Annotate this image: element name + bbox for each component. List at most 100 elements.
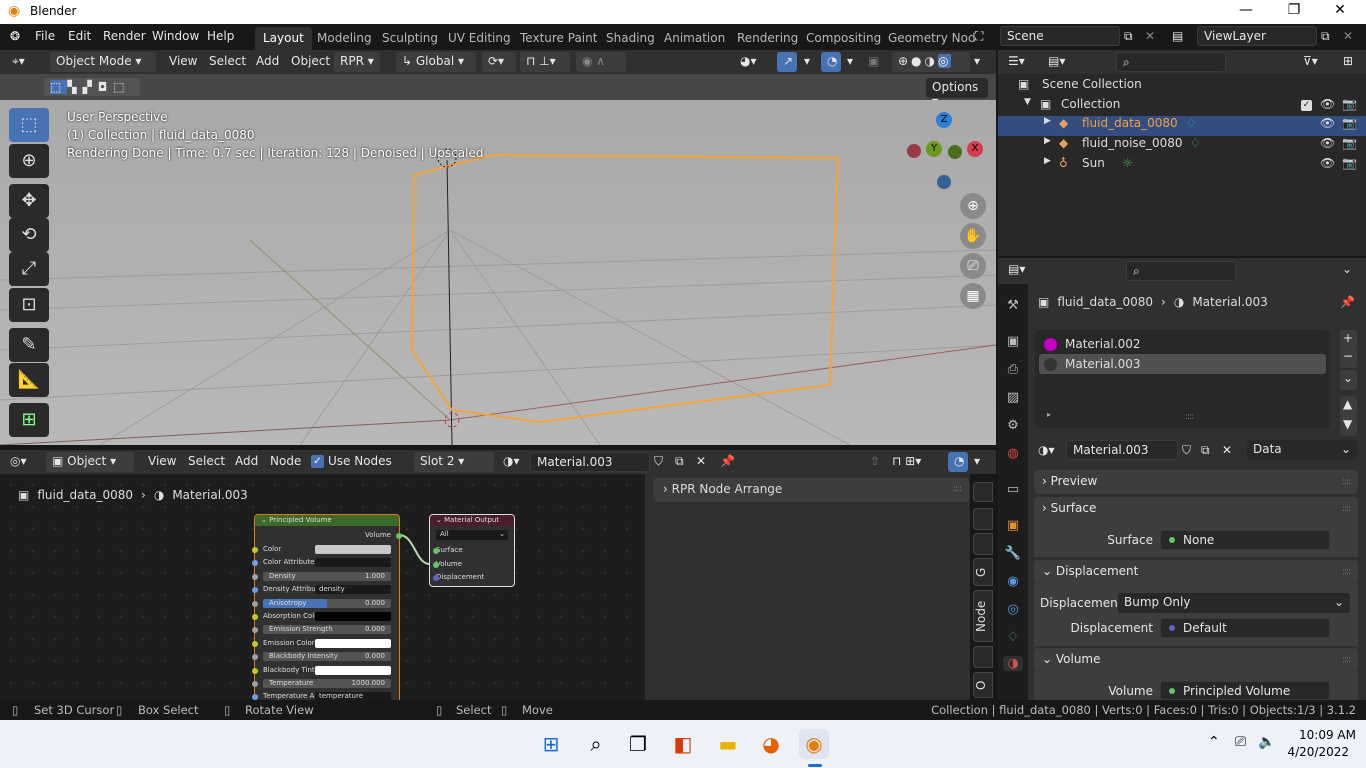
gizmo-z-icon[interactable]: Z xyxy=(936,112,952,128)
render-camera-icon[interactable]: 📷 xyxy=(1342,116,1357,130)
properties-options-icon[interactable]: ⌄ xyxy=(1342,262,1352,276)
volume-icon[interactable]: 🔈 xyxy=(1258,734,1275,750)
properties-type-icon[interactable]: ▤▾ xyxy=(1008,262,1025,276)
drag-handle-icon[interactable]: :::: xyxy=(1342,504,1351,514)
node-input-row[interactable]: Density Attribute density xyxy=(252,585,391,595)
clock-date[interactable]: 4/20/2022 xyxy=(1283,745,1349,759)
properties-search-input[interactable]: ⌕ xyxy=(1126,261,1236,281)
node-input-row[interactable]: Emission Color xyxy=(252,638,391,649)
displacement-method-dropdown[interactable]: Bump Only ⌄ xyxy=(1118,593,1350,613)
material-name-field[interactable]: Material.003 xyxy=(530,452,650,472)
input-socket[interactable] xyxy=(252,547,258,553)
menu-file[interactable]: File xyxy=(35,29,55,43)
rpr-node-arrange-panel[interactable]: › RPR Node Arrange:::: xyxy=(653,478,969,502)
input-socket[interactable] xyxy=(252,640,258,647)
input-slider[interactable]: Blackbody Intensity 0.000 xyxy=(263,652,391,662)
show-hidden-icons-icon[interactable]: ⌃ xyxy=(1208,734,1220,750)
input-socket[interactable] xyxy=(252,587,258,594)
duplicate-material-icon[interactable]: ⧉ xyxy=(675,454,684,469)
pivot-icon[interactable]: ⟳▾ xyxy=(482,52,516,72)
outliner-scene-collection[interactable]: ▣ Scene Collection xyxy=(998,77,1366,97)
tab-rendering[interactable]: Rendering xyxy=(729,27,806,50)
network-icon[interactable]: ⎚ xyxy=(1235,734,1246,750)
pin-icon[interactable]: 📌 xyxy=(1340,295,1355,309)
node-editor-type-icon[interactable]: ◎▾ xyxy=(10,454,27,468)
color-swatch[interactable] xyxy=(315,612,391,621)
node-input-row[interactable]: Density 1.000 xyxy=(252,571,391,582)
world-tab-icon[interactable]: ◍ xyxy=(1003,446,1023,461)
tab-compositing[interactable]: Compositing xyxy=(798,27,889,50)
material-slot-list[interactable]: Material.002 Material.003 ▸ :::: xyxy=(1035,330,1330,428)
data-tab-icon[interactable]: ♢ xyxy=(1003,630,1023,645)
expand-icon[interactable]: ▶ xyxy=(1044,156,1051,166)
tab-geometry-nodes[interactable]: Geometry Nod xyxy=(880,27,984,50)
surface-panel[interactable]: › Surface:::: xyxy=(1034,497,1358,521)
start-button-icon[interactable]: ⊞ xyxy=(536,729,566,759)
menu-window[interactable]: Window xyxy=(152,29,199,43)
scale-tool[interactable]: ⤢ xyxy=(9,252,49,286)
node-input-row[interactable]: Temperature Atemperature xyxy=(252,692,391,700)
material-browse-icon[interactable]: ◑▾ xyxy=(503,454,520,468)
visibility-eye-icon[interactable]: 👁 xyxy=(1320,156,1335,170)
input-socket[interactable] xyxy=(252,627,258,634)
menu-edit[interactable]: Edit xyxy=(68,29,91,43)
menu-render[interactable]: Render xyxy=(103,29,146,43)
visibility-icon[interactable]: ◕▾ xyxy=(740,54,757,68)
overlay-dropdown-icon[interactable]: ▾ xyxy=(847,54,853,68)
tab-modeling[interactable]: Modeling xyxy=(309,27,380,50)
particles-tab-icon[interactable]: ◉ xyxy=(1003,574,1023,589)
transform-orientation-dropdown[interactable]: ↳ Global ▾ xyxy=(396,52,476,72)
fake-user-icon[interactable]: ⛉ xyxy=(1182,443,1191,458)
new-scene-icon[interactable]: ⧉ xyxy=(1124,29,1133,44)
render-camera-icon[interactable]: 📷 xyxy=(1342,136,1357,150)
xray-icon[interactable]: ▣ xyxy=(868,54,879,68)
scene-selector[interactable]: Scene xyxy=(1000,26,1120,46)
input-text-field[interactable]: temperature xyxy=(315,692,391,700)
surface-shader-field[interactable]: None xyxy=(1160,530,1330,550)
file-explorer-icon[interactable]: ▬ xyxy=(713,729,743,759)
visibility-eye-icon[interactable]: 👁 xyxy=(1320,116,1335,130)
render-camera-icon[interactable]: 📷 xyxy=(1342,156,1357,170)
gizmo-x-icon[interactable]: X xyxy=(967,141,983,157)
principled-volume-node[interactable]: ⌄ Principled Volume Volume Color Color At… xyxy=(252,514,402,700)
move-slot-up-button[interactable]: ▲ xyxy=(1340,396,1357,416)
input-socket[interactable] xyxy=(252,560,258,567)
move-tool[interactable]: ✥ xyxy=(9,184,49,218)
input-socket[interactable] xyxy=(252,600,258,607)
node-input-row[interactable]: Blackbody Intensity 0.000 xyxy=(252,652,391,662)
blender-taskbar-icon[interactable]: ◉ xyxy=(799,729,829,759)
tab-layout[interactable]: Layout xyxy=(255,27,312,50)
link-dropdown[interactable]: Data ⌄ xyxy=(1247,440,1357,460)
ortho-toggle-icon[interactable]: ▦ xyxy=(960,283,986,309)
camera-view-icon[interactable]: ⎚ xyxy=(960,253,986,279)
slot-specials-button[interactable]: ⌄ xyxy=(1340,370,1357,390)
input-slider[interactable]: Emission Strength 0.000 xyxy=(263,625,391,635)
expand-icon[interactable]: ▶ xyxy=(1044,136,1051,146)
node-input-row[interactable]: Color xyxy=(252,545,391,555)
sidebar-tab-2[interactable] xyxy=(973,508,993,530)
new-viewlayer-icon[interactable]: ⧉ xyxy=(1321,29,1330,44)
object-tab-icon[interactable]: ▣ xyxy=(1003,518,1023,533)
material-slot-item-selected[interactable]: Material.003 xyxy=(1039,354,1326,374)
node-editor-canvas[interactable]: ▣ fluid_data_0080 › ◑ Material.003 ⌄ Pri… xyxy=(0,474,645,700)
gizmo-neg-y-icon[interactable] xyxy=(948,145,962,159)
node-input-row[interactable]: Anisotropy 0.000 xyxy=(252,598,391,609)
task-view-icon[interactable]: ❐ xyxy=(623,729,653,759)
unlink-material-icon[interactable]: ✕ xyxy=(696,454,706,468)
input-text-field[interactable] xyxy=(315,558,391,568)
node-menu-select[interactable]: Select xyxy=(188,454,225,468)
pin-icon[interactable]: 📌 xyxy=(720,454,735,468)
expand-icon[interactable]: ▶ xyxy=(1044,116,1051,126)
fake-user-icon[interactable]: ⛉ xyxy=(654,454,663,469)
slot-dropdown[interactable]: Slot 2 ▾ xyxy=(414,452,494,472)
tab-uv-editing[interactable]: UV Editing xyxy=(440,27,519,50)
transform-tool[interactable]: ⊡ xyxy=(9,288,49,322)
color-swatch[interactable] xyxy=(315,638,391,648)
node-menu-view[interactable]: View xyxy=(148,454,176,468)
measure-tool[interactable]: 📐 xyxy=(9,363,49,397)
outliner-search-input[interactable]: ⌕ xyxy=(1116,52,1226,72)
snap-icon[interactable]: ⊓ ⊥▾ xyxy=(520,52,570,72)
options-dropdown[interactable]: Options ▾ xyxy=(926,78,988,108)
search-icon[interactable]: ⌕ xyxy=(581,729,611,759)
menu-object[interactable]: Object xyxy=(291,54,330,68)
